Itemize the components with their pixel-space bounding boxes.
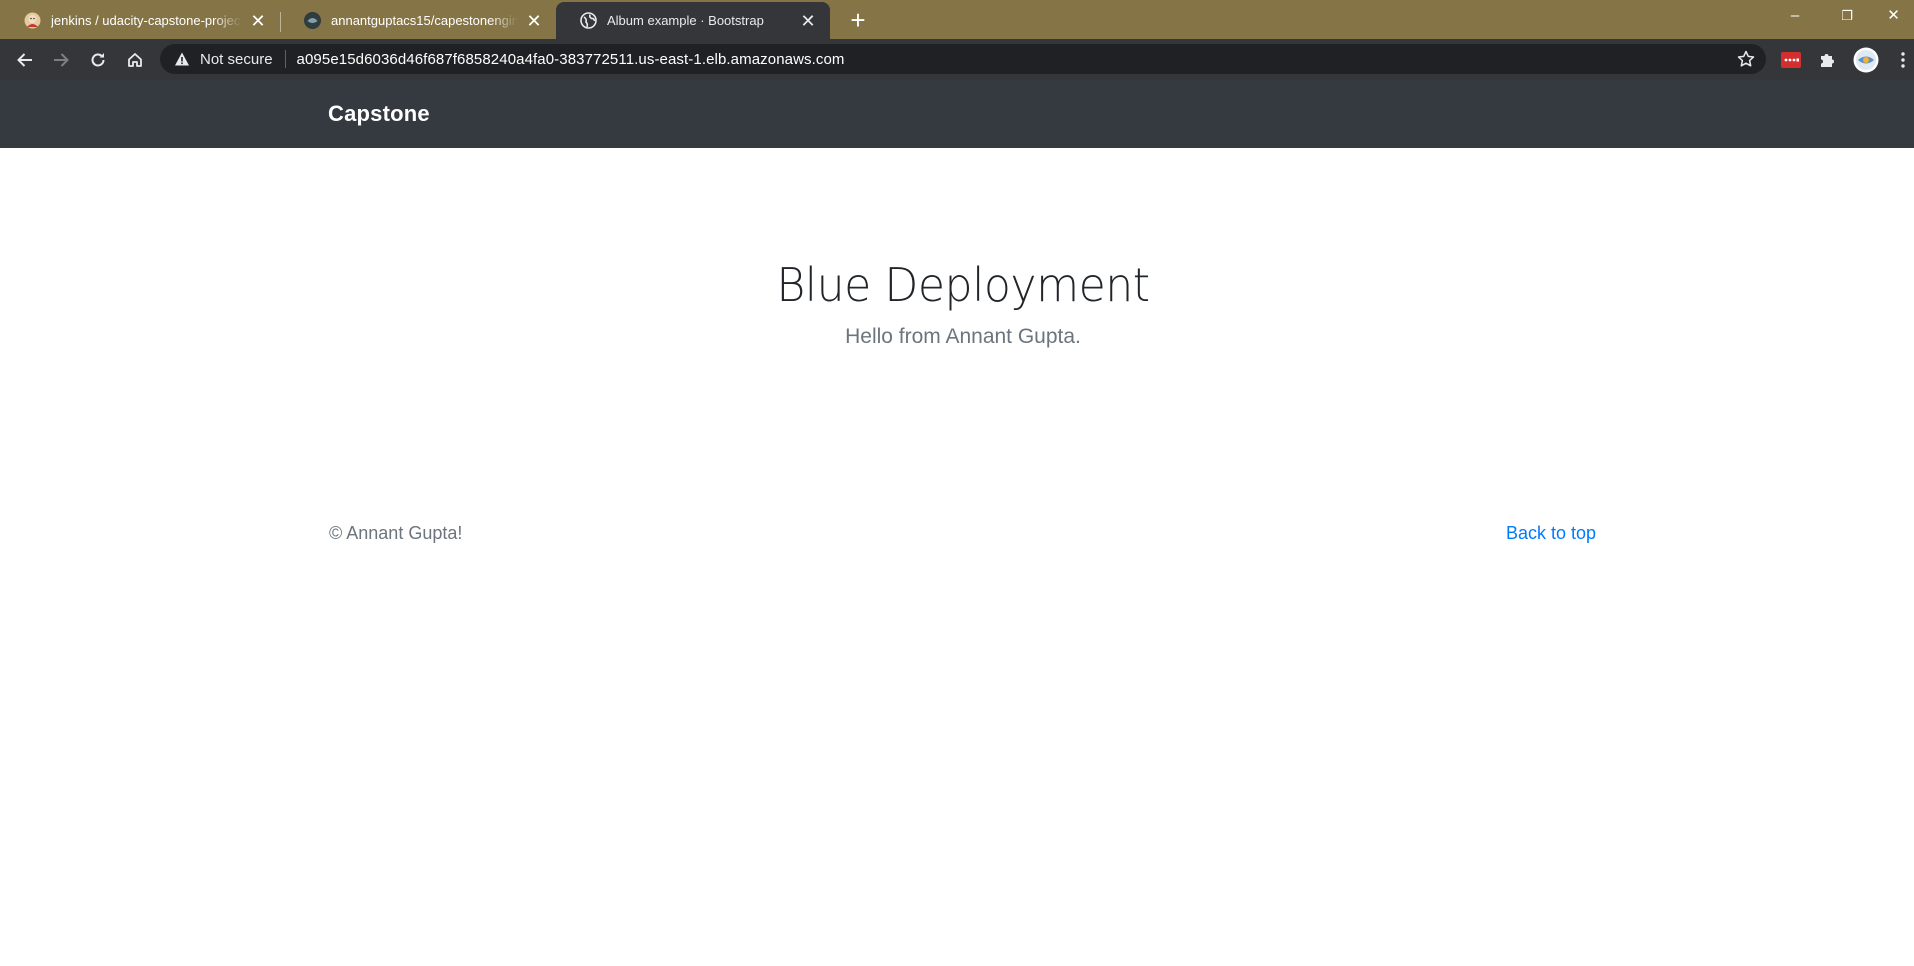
back-arrow-icon	[17, 53, 32, 67]
window-close-button[interactable]: ✕	[1873, 0, 1914, 32]
globe-icon	[580, 12, 597, 29]
hero-lead-text: Hello from Annant Gupta.	[845, 325, 1081, 348]
kebab-menu-icon	[1901, 52, 1905, 68]
password-manager-icon[interactable]	[1780, 49, 1802, 71]
reload-button[interactable]	[84, 46, 112, 74]
copyright-text: © Annant Gupta!	[329, 523, 463, 543]
jenkins-icon	[24, 12, 41, 29]
browser-tab-strip: jenkins / udacity-capstone-project / ✕ a…	[0, 0, 1914, 39]
tab-title: annantguptacs15/capestonenginx Ta	[331, 13, 518, 28]
navbar-brand[interactable]: Capstone	[328, 101, 430, 127]
warning-icon	[175, 52, 189, 66]
tab-album-example[interactable]: Album example · Bootstrap ✕	[556, 2, 830, 39]
page-title: Blue Deployment	[776, 258, 1150, 312]
browser-menu-button[interactable]	[1892, 49, 1914, 71]
close-icon[interactable]: ✕	[524, 11, 544, 31]
close-icon[interactable]: ✕	[798, 11, 818, 31]
forward-arrow-icon	[54, 53, 69, 67]
docker-hub-icon	[304, 12, 321, 29]
tab-jenkins[interactable]: jenkins / udacity-capstone-project / ✕	[0, 2, 281, 39]
close-icon[interactable]: ✕	[248, 11, 268, 31]
new-tab-button[interactable]: +	[845, 7, 871, 34]
tab-title: Album example · Bootstrap	[607, 13, 764, 28]
profile-avatar-icon[interactable]	[1853, 47, 1879, 73]
tab-title: jenkins / udacity-capstone-project /	[51, 13, 242, 28]
home-button[interactable]	[121, 46, 149, 74]
minimize-button[interactable]: –	[1772, 0, 1818, 32]
extensions-puzzle-icon[interactable]	[1816, 49, 1838, 71]
home-icon	[128, 53, 142, 67]
restore-button[interactable]: ❐	[1824, 0, 1870, 32]
back-button[interactable]	[11, 46, 39, 74]
back-to-top-link[interactable]: Back to top	[1506, 523, 1596, 544]
bookmark-star-icon[interactable]	[1736, 49, 1756, 69]
divider	[284, 50, 286, 68]
address-bar[interactable]: Not secure a095e15d6036d46f687f6858240a4…	[160, 44, 1766, 74]
forward-button[interactable]	[47, 46, 75, 74]
security-status[interactable]: Not secure	[200, 51, 273, 68]
tab-docker-hub[interactable]: annantguptacs15/capestonenginx Ta ✕	[280, 2, 557, 39]
reload-icon	[91, 53, 105, 67]
browser-toolbar: Not secure a095e15d6036d46f687f6858240a4…	[0, 39, 1914, 80]
site-navbar: Capstone	[0, 80, 1914, 148]
url-text[interactable]: a095e15d6036d46f687f6858240a4fa0-3837725…	[297, 51, 845, 68]
